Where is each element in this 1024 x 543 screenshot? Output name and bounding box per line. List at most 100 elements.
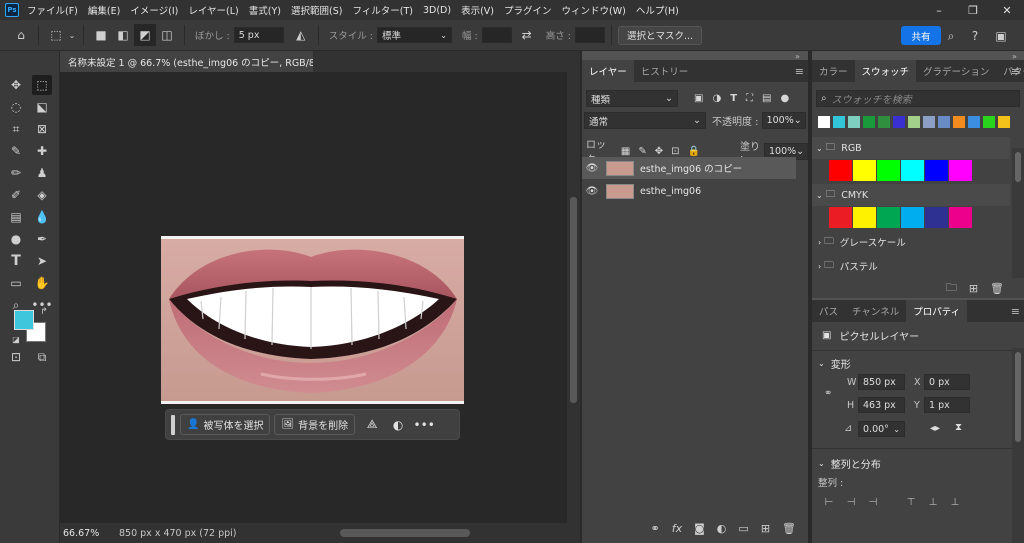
swatch[interactable] [877, 207, 900, 228]
recent-swatch[interactable] [908, 116, 920, 128]
blend-mode-select[interactable]: 通常 ⌄ [584, 112, 706, 129]
link-layers-icon[interactable]: ⚭ [651, 522, 660, 535]
align-left-icon[interactable]: ⊢ [822, 495, 836, 509]
subtract-selection-icon[interactable]: ◩ [134, 24, 156, 46]
kind-filter-select[interactable]: 種類 ⌄ [586, 90, 678, 107]
swatch[interactable] [901, 207, 924, 228]
recent-swatch[interactable] [953, 116, 965, 128]
chevron-down-icon[interactable]: ⌄ [67, 24, 77, 46]
gradient-tool-icon[interactable]: ▤ [6, 207, 26, 227]
new-swatch-icon[interactable]: ⊞ [969, 282, 978, 295]
vertical-scroll-thumb[interactable] [570, 197, 577, 403]
swatch-search[interactable]: ⌕ スウォッチを検索 [816, 90, 1020, 107]
recent-swatch[interactable] [893, 116, 905, 128]
lock-artboard-icon[interactable]: ⊡ [671, 146, 679, 157]
height-field[interactable]: 463 px [858, 397, 905, 413]
new-group-icon[interactable]: ▭ [738, 522, 748, 535]
swatch[interactable] [949, 207, 972, 228]
foreground-color-swatch[interactable] [14, 310, 34, 330]
path-selection-tool-icon[interactable]: ➤ [32, 251, 52, 271]
lock-position-icon[interactable]: ✥ [655, 146, 663, 157]
tab-color[interactable]: カラー [812, 60, 855, 82]
hand-tool-icon[interactable]: ✋ [32, 273, 52, 293]
marquee-tool-icon[interactable]: ⬚ [32, 75, 52, 95]
move-tool-icon[interactable]: ✥ [6, 75, 26, 95]
delete-layer-icon[interactable]: 🗑 [782, 522, 796, 535]
panel-menu-icon[interactable]: ≡ [1011, 65, 1020, 78]
frame-tool-icon[interactable]: ⊠ [32, 119, 52, 139]
width-input[interactable] [481, 27, 512, 43]
recent-swatch[interactable] [983, 116, 995, 128]
filter-shape-icon[interactable]: ⛶ [746, 93, 753, 104]
menu-help[interactable]: ヘルプ(H) [636, 3, 679, 17]
recent-swatch[interactable] [818, 116, 830, 128]
menu-file[interactable]: ファイル(F) [27, 3, 78, 17]
photoshop-logo-icon[interactable]: Ps [5, 3, 19, 17]
new-layer-icon[interactable]: ⊞ [761, 522, 770, 535]
tab-swatches[interactable]: スウォッチ [854, 60, 917, 82]
menu-window[interactable]: ウィンドウ(W) [562, 3, 626, 17]
recent-swatch[interactable] [968, 116, 980, 128]
feather-input[interactable]: 5 px [233, 27, 284, 43]
swatch-group-rgb[interactable]: ⌄ 🗀 RGB [812, 137, 1010, 159]
align-middle-v-icon[interactable]: ⊥ [926, 495, 940, 509]
quick-mask-icon[interactable]: ⊡ [6, 347, 26, 367]
layer-row[interactable]: 👁 esthe_img06 のコピー [582, 157, 796, 179]
tab-properties[interactable]: プロパティ [906, 300, 968, 322]
eyedropper-tool-icon[interactable]: ✎ [6, 141, 26, 161]
default-colors-icon[interactable]: ◪ [10, 333, 22, 345]
healing-brush-tool-icon[interactable]: ✚ [32, 141, 52, 161]
swap-icon[interactable]: ⇄ [516, 24, 538, 46]
horizontal-scroll-thumb[interactable] [340, 529, 470, 537]
filter-adjustment-icon[interactable]: ◑ [712, 93, 721, 104]
tab-layers[interactable]: レイヤー [582, 60, 634, 82]
remove-background-button[interactable]: 🖼 背景を削除 [274, 414, 356, 435]
recent-swatch[interactable] [863, 116, 875, 128]
rectangle-tool-icon[interactable]: ▭ [6, 273, 26, 293]
recent-swatch[interactable] [848, 116, 860, 128]
lock-image-icon[interactable]: ✎ [638, 146, 646, 157]
y-field[interactable]: 1 px [924, 397, 970, 413]
help-icon[interactable]: ? [964, 25, 986, 47]
adjustment-icon[interactable]: ◐ [385, 414, 411, 435]
properties-scrollbar[interactable] [1012, 348, 1024, 543]
align-right-icon[interactable]: ⊣ [866, 495, 880, 509]
swatch[interactable] [829, 207, 852, 228]
drag-handle-icon[interactable] [171, 414, 175, 435]
select-and-mask-button[interactable]: 選択とマスク... [617, 25, 702, 45]
menu-layer[interactable]: レイヤー(L) [188, 3, 238, 17]
menu-3d[interactable]: 3D(D) [423, 5, 451, 16]
lock-transparent-icon[interactable]: ▦ [621, 146, 630, 157]
new-selection-icon[interactable]: ■ [90, 24, 112, 46]
pen-tool-icon[interactable]: ✒ [32, 229, 52, 249]
flip-vertical-icon[interactable]: ⧗ [955, 422, 962, 433]
menu-image[interactable]: イメージ(I) [130, 3, 178, 17]
transform-header[interactable]: ⌄ 変形 [812, 356, 1024, 371]
search-icon[interactable]: ⌕ [940, 25, 962, 47]
opacity-input[interactable]: 100% ⌄ [761, 112, 806, 129]
type-tool-icon[interactable]: T [6, 251, 26, 271]
tab-channels[interactable]: チャンネル [845, 300, 906, 322]
brush-tool-icon[interactable]: ✏ [6, 163, 26, 183]
marquee-preset-icon[interactable]: ⬚ [45, 24, 67, 46]
swatch[interactable] [877, 160, 900, 181]
add-mask-icon[interactable]: ◙ [694, 522, 705, 535]
swap-colors-icon[interactable]: ↱ [38, 306, 50, 318]
recent-swatch[interactable] [938, 116, 950, 128]
intersect-selection-icon[interactable]: ◫ [156, 24, 178, 46]
swatches-scrollbar[interactable] [1012, 148, 1024, 278]
zoom-level[interactable]: 66.67% [63, 528, 119, 539]
filter-smart-object-icon[interactable]: ▤ [762, 93, 771, 104]
swatch[interactable] [901, 160, 924, 181]
delete-swatch-icon[interactable]: 🗑 [990, 282, 1004, 295]
vertical-scrollbar[interactable] [567, 72, 580, 523]
more-options-icon[interactable]: ••• [411, 414, 437, 435]
object-select-tool-icon[interactable]: ⬕ [32, 97, 52, 117]
align-top-icon[interactable]: ⊤ [904, 495, 918, 509]
screen-mode-icon[interactable]: ⧉ [32, 347, 52, 367]
lasso-tool-icon[interactable]: ◌ [6, 97, 26, 117]
align-center-h-icon[interactable]: ⊣ [844, 495, 858, 509]
tab-paths[interactable]: パス [812, 300, 845, 322]
history-brush-tool-icon[interactable]: ✐ [6, 185, 26, 205]
filter-type-icon[interactable]: T [730, 93, 737, 104]
